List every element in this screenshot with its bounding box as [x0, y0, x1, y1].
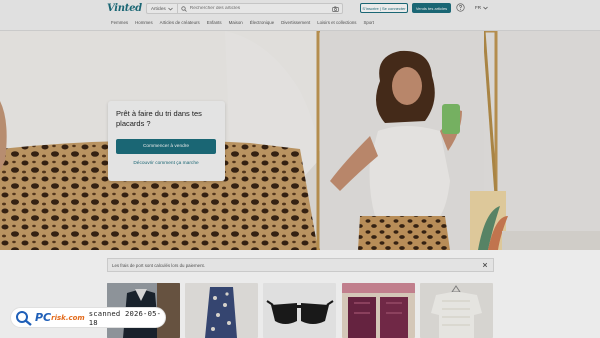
vinted-logo[interactable]: Vinted — [107, 3, 142, 14]
hero-banner — [0, 31, 600, 250]
sell-button[interactable]: Vends tes articles — [412, 3, 451, 13]
chevron-down-icon — [483, 6, 488, 10]
nav-item-divertissement[interactable]: Divertissement — [281, 20, 310, 25]
start-selling-button[interactable]: Commencer à vendre — [116, 139, 216, 154]
sell-promo-card: Prêt à faire du tri dans tes placards ? … — [108, 101, 225, 181]
pcrisk-logo: PC risk.com — [15, 309, 85, 326]
search-bar: Articles — [146, 3, 343, 14]
help-icon[interactable] — [456, 3, 465, 12]
product-card[interactable] — [185, 283, 258, 338]
nav-item-femmes[interactable]: Femmes — [111, 20, 128, 25]
scan-watermark: PC risk.com scanned 2026-05-18 — [10, 307, 166, 328]
category-nav: Femmes Hommes Articles de créateurs Enfa… — [111, 20, 381, 25]
camera-icon[interactable] — [332, 5, 339, 12]
nav-item-loisirs[interactable]: Loisirs et collections — [317, 20, 356, 25]
scan-date: scanned 2026-05-18 — [88, 308, 162, 327]
search-input[interactable] — [189, 4, 332, 13]
language-select[interactable]: FR — [475, 5, 488, 10]
product-card[interactable] — [420, 283, 493, 338]
chevron-down-icon — [168, 7, 173, 11]
nav-item-enfants[interactable]: Enfants — [207, 20, 222, 25]
product-card[interactable] — [342, 283, 415, 338]
brand-pc: PC — [35, 311, 52, 324]
login-button[interactable]: S'inscrire | Se connecter — [360, 3, 408, 13]
category-select-label: Articles — [151, 6, 166, 11]
hero-image — [0, 31, 600, 250]
product-card[interactable] — [263, 283, 336, 338]
nav-item-electronique[interactable]: Électronique — [250, 20, 274, 25]
nav-item-hommes[interactable]: Hommes — [135, 20, 153, 25]
shipping-notice-text: Les frais de port sont calculés lors du … — [112, 262, 205, 268]
magnifier-icon — [16, 310, 32, 326]
how-it-works-link[interactable]: Découvrir comment ça marche — [116, 161, 216, 166]
nav-item-sport[interactable]: Sport — [364, 20, 375, 25]
shipping-notice: Les frais de port sont calculés lors du … — [107, 258, 494, 272]
promo-title: Prêt à faire du tri dans tes placards ? — [116, 109, 202, 128]
language-label: FR — [475, 5, 481, 10]
top-header: Vinted Articles S'inscrire | Se connecte… — [0, 0, 600, 31]
nav-item-designer[interactable]: Articles de créateurs — [160, 20, 200, 25]
search-icon — [181, 5, 188, 12]
close-icon[interactable] — [482, 262, 488, 268]
category-select[interactable]: Articles — [147, 4, 178, 13]
nav-item-maison[interactable]: Maison — [229, 20, 243, 25]
brand-risk: risk.com — [51, 313, 85, 322]
